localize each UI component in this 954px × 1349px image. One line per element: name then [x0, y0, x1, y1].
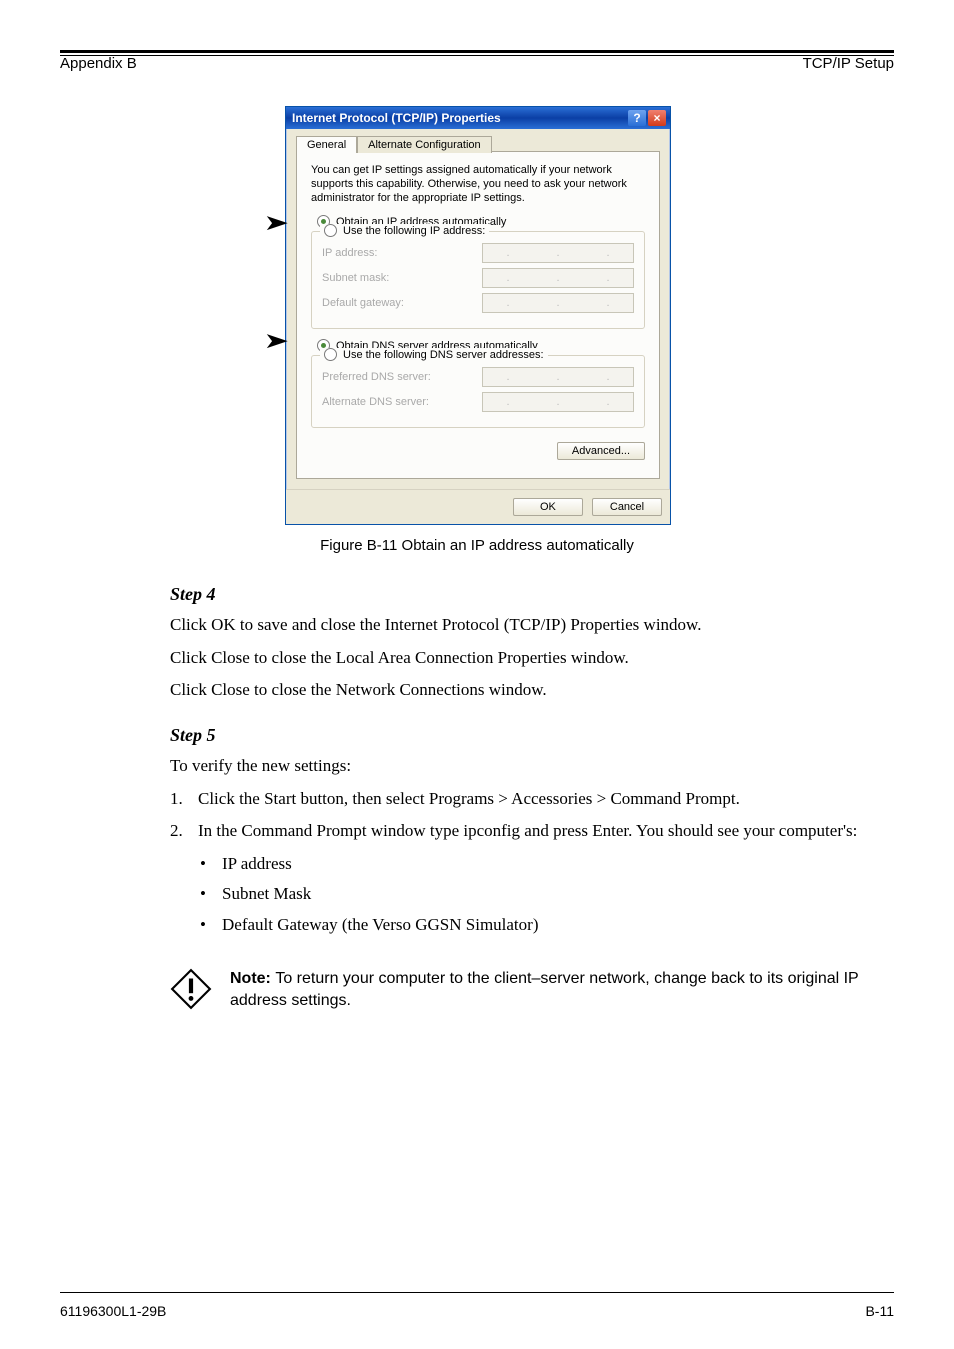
dialog-title: Internet Protocol (TCP/IP) Properties [292, 111, 626, 125]
label-preferred-dns: Preferred DNS server: [322, 371, 431, 383]
dialog-titlebar[interactable]: Internet Protocol (TCP/IP) Properties ? … [286, 107, 670, 129]
preferred-dns-field: ... [482, 367, 634, 387]
advanced-button[interactable]: Advanced... [557, 442, 645, 460]
bullet-text: IP address [222, 852, 292, 877]
radio-label: Use the following DNS server addresses: [343, 349, 544, 361]
ip-address-field: ... [482, 243, 634, 263]
step5-item1: 1. Click the Start button, then select P… [170, 787, 874, 812]
radio-use-following-dns[interactable]: Use the following DNS server addresses: [324, 348, 544, 361]
step5-item2: 2. In the Command Prompt window type ipc… [170, 819, 874, 844]
label-ip-address: IP address: [322, 247, 377, 259]
radio-use-following-ip[interactable]: Use the following IP address: [324, 224, 485, 237]
bullet-icon: • [200, 882, 212, 907]
cancel-button[interactable]: Cancel [592, 498, 662, 516]
note-body: To return your computer to the client–se… [230, 970, 858, 1009]
step4-p2: Click Close to close the Local Area Conn… [170, 646, 874, 671]
list-number: 1. [170, 787, 192, 812]
list-text: In the Command Prompt window type ipconf… [198, 819, 857, 844]
step5-heading: Step 5 [170, 725, 874, 746]
header-rule [60, 50, 894, 56]
figure-caption: Figure B-11 Obtain an IP address automat… [60, 537, 894, 554]
group-static-dns: Use the following DNS server addresses: … [311, 355, 645, 428]
list-text: Click the Start button, then select Prog… [198, 787, 740, 812]
step4-heading: Step 4 [170, 584, 874, 605]
bullet-text: Subnet Mask [222, 882, 311, 907]
tcpip-properties-dialog: Internet Protocol (TCP/IP) Properties ? … [285, 106, 671, 525]
tab-panel-general: You can get IP settings assigned automat… [296, 151, 660, 479]
dialog-description: You can get IP settings assigned automat… [311, 164, 645, 205]
header-appendix: Appendix B [60, 55, 137, 72]
close-icon[interactable]: × [648, 110, 666, 126]
figure-dialog-wrap: ➤ ➤ Internet Protocol (TCP/IP) Propertie… [285, 106, 669, 525]
footer-rule [60, 1292, 894, 1293]
step5-bullet3: • Default Gateway (the Verso GGSN Simula… [200, 913, 874, 938]
step4-p1: Click OK to save and close the Internet … [170, 613, 874, 638]
tab-alternate-configuration[interactable]: Alternate Configuration [357, 136, 492, 153]
default-gateway-field: ... [482, 293, 634, 313]
bullet-icon: • [200, 852, 212, 877]
footer-page-number: B-11 [865, 1303, 894, 1319]
note-label: Note: [230, 970, 275, 987]
tab-general[interactable]: General [296, 136, 357, 153]
step5-bullet2: • Subnet Mask [200, 882, 874, 907]
label-default-gateway: Default gateway: [322, 297, 404, 309]
label-subnet-mask: Subnet mask: [322, 272, 389, 284]
note-block: Note: To return your computer to the cli… [170, 968, 874, 1013]
help-icon[interactable]: ? [628, 110, 646, 126]
label-alternate-dns: Alternate DNS server: [322, 396, 429, 408]
alternate-dns-field: ... [482, 392, 634, 412]
bullet-icon: • [200, 913, 212, 938]
note-text: Note: To return your computer to the cli… [230, 968, 874, 1013]
group-static-ip: Use the following IP address: IP address… [311, 231, 645, 329]
radio-label: Use the following IP address: [343, 225, 485, 237]
step4-p3: Click Close to close the Network Connect… [170, 678, 874, 703]
radio-icon [324, 224, 337, 237]
bullet-text: Default Gateway (the Verso GGSN Simulato… [222, 913, 538, 938]
radio-icon [324, 348, 337, 361]
footer-doc-number: 61196300L1-29B [60, 1303, 166, 1319]
subnet-mask-field: ... [482, 268, 634, 288]
body-text: Step 4 Click OK to save and close the In… [170, 584, 874, 1013]
exclamation-diamond-icon [170, 968, 212, 1010]
step5-intro: To verify the new settings: [170, 754, 874, 779]
list-number: 2. [170, 819, 192, 844]
step5-bullet1: • IP address [200, 852, 874, 877]
header-section: TCP/IP Setup [803, 55, 894, 72]
ok-button[interactable]: OK [513, 498, 583, 516]
